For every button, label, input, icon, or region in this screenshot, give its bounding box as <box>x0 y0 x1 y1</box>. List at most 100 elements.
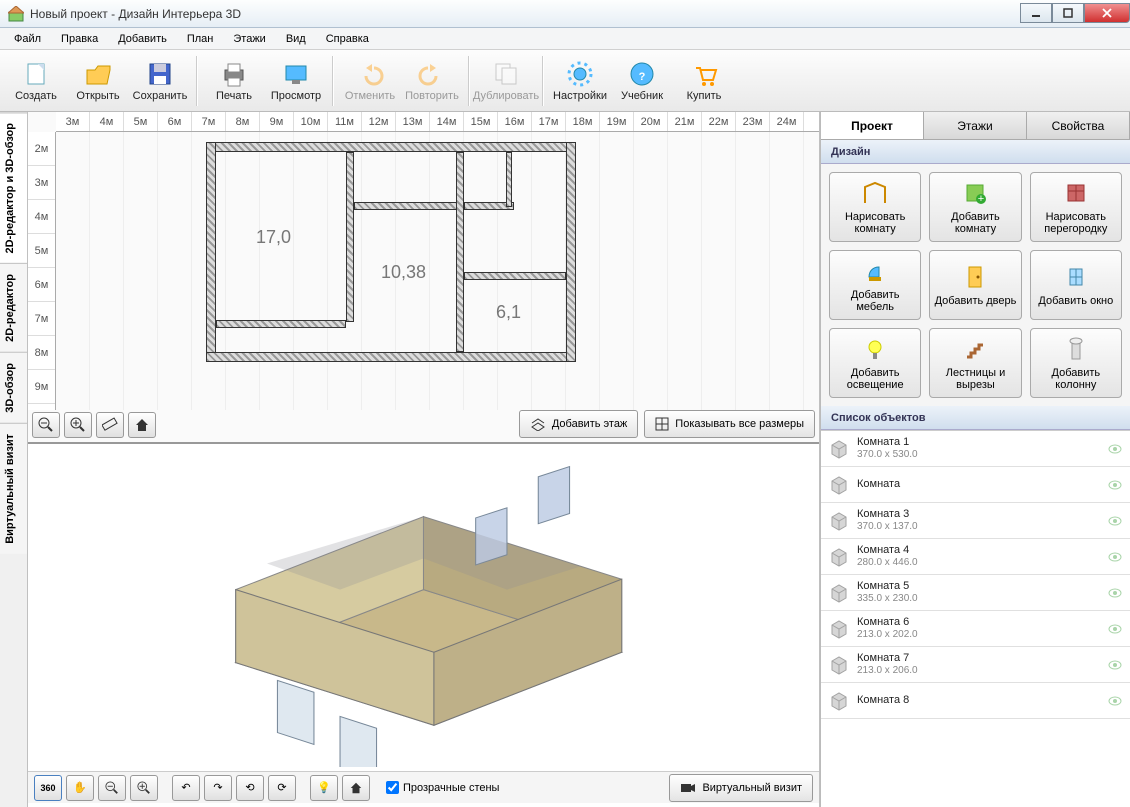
duplicate-button[interactable]: Дублировать <box>476 53 536 109</box>
measure-button[interactable] <box>96 412 124 438</box>
rtab-Этажи[interactable]: Этажи <box>924 112 1027 139</box>
cube-icon <box>829 619 849 639</box>
home-button[interactable] <box>128 412 156 438</box>
eye-icon[interactable] <box>1108 624 1122 634</box>
light-button[interactable]: 💡 <box>310 775 338 801</box>
rotate-ccw-button[interactable]: ↶ <box>172 775 200 801</box>
spine-tab-2[interactable]: 3D-обзор <box>0 352 27 423</box>
window-title: Новый проект - Дизайн Интерьера 3D <box>30 7 241 21</box>
2d-view[interactable]: 3м4м5м6м7м8м9м10м11м12м13м14м15м16м17м18… <box>28 112 819 444</box>
menu-Справка[interactable]: Справка <box>318 31 377 47</box>
rtab-Проект[interactable]: Проект <box>821 112 924 139</box>
zoom-out-button[interactable] <box>32 412 60 438</box>
eye-icon[interactable] <box>1108 444 1122 454</box>
open-icon <box>84 60 112 88</box>
2d-canvas[interactable]: 17,0 10,38 6,1 <box>56 132 819 410</box>
app-icon <box>8 6 24 22</box>
eye-icon[interactable] <box>1108 696 1122 706</box>
eye-icon[interactable] <box>1108 552 1122 562</box>
design-tool-3[interactable]: Добавить мебель <box>829 250 921 320</box>
preview-button[interactable]: Просмотр <box>266 53 326 109</box>
print-button[interactable]: Печать <box>204 53 264 109</box>
spine-tab-1[interactable]: 2D-редактор <box>0 263 27 352</box>
buy-icon <box>690 60 718 88</box>
buy-button[interactable]: Купить <box>674 53 734 109</box>
zoom-in-3d-button[interactable] <box>130 775 158 801</box>
rotate-cw-button[interactable]: ↷ <box>204 775 232 801</box>
right-tabs: ПроектЭтажиСвойства <box>821 112 1130 140</box>
right-panel: ПроектЭтажиСвойства Дизайн Нарисовать ко… <box>820 112 1130 807</box>
tilt-right-button[interactable]: ⟳ <box>268 775 296 801</box>
new-button[interactable]: Создать <box>6 53 66 109</box>
design-tool-2[interactable]: Нарисовать перегородку <box>1030 172 1122 242</box>
objects-section-header: Список объектов <box>821 406 1130 430</box>
menu-Этажи[interactable]: Этажи <box>225 31 273 47</box>
rtab-Свойства[interactable]: Свойства <box>1027 112 1130 139</box>
help-button[interactable]: ?Учебник <box>612 53 672 109</box>
design-tool-6[interactable]: Добавить освещение <box>829 328 921 398</box>
eye-icon[interactable] <box>1108 588 1122 598</box>
menu-Правка[interactable]: Правка <box>53 31 106 47</box>
eye-icon[interactable] <box>1108 516 1122 526</box>
new-icon <box>22 60 50 88</box>
menu-План[interactable]: План <box>179 31 222 47</box>
design-tool-5[interactable]: Добавить окно <box>1030 250 1122 320</box>
cube-icon <box>829 511 849 531</box>
main-toolbar: СоздатьОткрытьСохранитьПечатьПросмотрОтм… <box>0 50 1130 112</box>
object-item[interactable]: Комната 6213.0 x 202.0 <box>821 611 1130 647</box>
maximize-button[interactable] <box>1052 3 1084 23</box>
minimize-button[interactable] <box>1020 3 1052 23</box>
virtual-visit-button[interactable]: Виртуальный визит <box>669 774 813 802</box>
3d-scene[interactable] <box>108 454 739 767</box>
add-floor-button[interactable]: Добавить этаж <box>519 410 638 438</box>
zoom-out-3d-button[interactable] <box>98 775 126 801</box>
help-icon: ? <box>628 60 656 88</box>
save-button[interactable]: Сохранить <box>130 53 190 109</box>
room-label: 6,1 <box>496 302 521 323</box>
object-item[interactable]: Комната 8 <box>821 683 1130 719</box>
open-button[interactable]: Открыть <box>68 53 128 109</box>
spine-tab-3[interactable]: Виртуальный визит <box>0 423 27 554</box>
design-tool-1[interactable]: +Добавить комнату <box>929 172 1021 242</box>
object-list[interactable]: Комната 1370.0 x 530.0КомнатаКомната 337… <box>821 430 1130 807</box>
duplicate-icon <box>492 60 520 88</box>
redo-button[interactable]: Повторить <box>402 53 462 109</box>
design-tool-8[interactable]: Добавить колонну <box>1030 328 1122 398</box>
close-button[interactable] <box>1084 3 1130 23</box>
object-item[interactable]: Комната <box>821 467 1130 503</box>
design-tool-grid: Нарисовать комнату+Добавить комнатуНарис… <box>821 164 1130 406</box>
3d-view[interactable]: 360 ✋ ↶ ↷ ⟲ ⟳ 💡 Прозрачные стены Виртуал… <box>28 444 819 807</box>
eye-icon[interactable] <box>1108 480 1122 490</box>
ruler-vertical: 2м3м4м5м6м7м8м9м <box>28 132 56 410</box>
3d-toolbar: 360 ✋ ↶ ↷ ⟲ ⟳ 💡 Прозрачные стены Виртуал… <box>28 771 819 803</box>
left-spine: 2D-редактор и 3D-обзор2D-редактор3D-обзо… <box>0 112 28 807</box>
eye-icon[interactable] <box>1108 660 1122 670</box>
cube-icon <box>829 439 849 459</box>
design-tool-0[interactable]: Нарисовать комнату <box>829 172 921 242</box>
print-icon <box>220 60 248 88</box>
settings-button[interactable]: Настройки <box>550 53 610 109</box>
object-item[interactable]: Комната 7213.0 x 206.0 <box>821 647 1130 683</box>
menu-Файл[interactable]: Файл <box>6 31 49 47</box>
object-item[interactable]: Комната 4280.0 x 446.0 <box>821 539 1130 575</box>
cube-icon <box>829 547 849 567</box>
object-item[interactable]: Комната 1370.0 x 530.0 <box>821 431 1130 467</box>
object-item[interactable]: Комната 3370.0 x 137.0 <box>821 503 1130 539</box>
zoom-in-button[interactable] <box>64 412 92 438</box>
object-item[interactable]: Комната 5335.0 x 230.0 <box>821 575 1130 611</box>
pan-button[interactable]: ✋ <box>66 775 94 801</box>
360-button[interactable]: 360 <box>34 775 62 801</box>
transparent-walls-checkbox[interactable]: Прозрачные стены <box>386 781 499 794</box>
undo-button[interactable]: Отменить <box>340 53 400 109</box>
home-3d-button[interactable] <box>342 775 370 801</box>
tilt-left-button[interactable]: ⟲ <box>236 775 264 801</box>
settings-icon <box>566 60 594 88</box>
design-tool-4[interactable]: Добавить дверь <box>929 250 1021 320</box>
menu-Вид[interactable]: Вид <box>278 31 314 47</box>
preview-icon <box>282 60 310 88</box>
menu-Добавить[interactable]: Добавить <box>110 31 175 47</box>
design-tool-7[interactable]: Лестницы и вырезы <box>929 328 1021 398</box>
show-sizes-button[interactable]: Показывать все размеры <box>644 410 815 438</box>
spine-tab-0[interactable]: 2D-редактор и 3D-обзор <box>0 112 27 263</box>
floorplan: 17,0 10,38 6,1 <box>206 142 576 372</box>
